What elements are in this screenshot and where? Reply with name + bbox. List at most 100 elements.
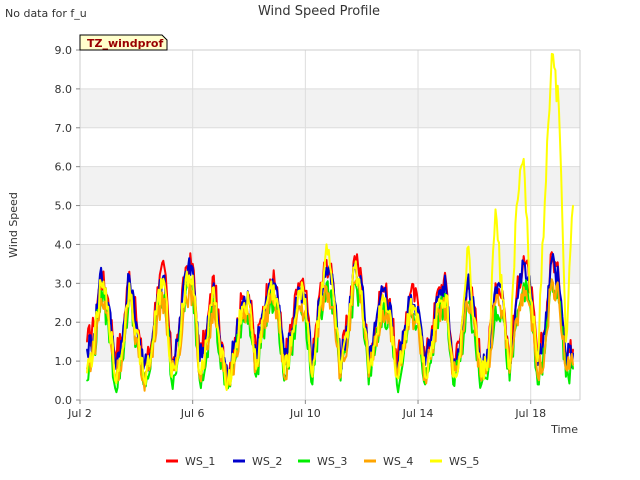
point-ws_1-38 bbox=[353, 255, 356, 257]
site-badge: TZ_windprof bbox=[79, 34, 168, 51]
point-ws_2-46 bbox=[410, 294, 412, 296]
point-ws_3-68 bbox=[565, 375, 567, 378]
legend-item-ws_3: WS_3 bbox=[298, 455, 347, 468]
y-axis-ticks: 0.0 1.0 2.0 3.0 4.0 5.0 6.0 7.0 8.0 9.0 bbox=[55, 44, 80, 407]
point-ws_3-64 bbox=[536, 383, 539, 386]
point-ws_5-23 bbox=[248, 302, 250, 304]
point-ws_1-18 bbox=[213, 274, 215, 277]
point-ws_5-4 bbox=[114, 379, 116, 382]
point-ws_5-67 bbox=[558, 107, 560, 110]
point-ws_5-31 bbox=[304, 298, 307, 300]
point-ws_5-21 bbox=[234, 352, 236, 355]
xtick-label-0: Jul 2 bbox=[67, 407, 92, 420]
point-ws_2-21 bbox=[234, 340, 236, 343]
point-ws_5-19 bbox=[220, 356, 222, 359]
point-ws_4-54 bbox=[466, 302, 469, 304]
point-ws_1-66 bbox=[551, 251, 553, 253]
point-ws_5-43 bbox=[389, 309, 391, 312]
point-ws_4-19 bbox=[220, 360, 222, 362]
point-ws_4-61 bbox=[515, 317, 518, 320]
legend-label-ws_2: WS_2 bbox=[252, 455, 282, 468]
point-ws_2-39 bbox=[360, 282, 363, 285]
ytick-label-0: 0.0 bbox=[55, 394, 73, 407]
point-ws_3-58 bbox=[494, 305, 497, 308]
point-ws_5-38 bbox=[353, 267, 356, 269]
ytick-label-1: 1.0 bbox=[55, 355, 73, 368]
point-ws_5-34 bbox=[325, 243, 328, 246]
point-ws_5-51 bbox=[445, 294, 448, 296]
no-data-note: No data for f_u bbox=[5, 7, 87, 20]
point-ws_3-44 bbox=[396, 383, 398, 386]
point-ws_5-10 bbox=[156, 298, 159, 300]
point-ws_4-37 bbox=[346, 340, 349, 343]
point-ws_4-16 bbox=[198, 375, 201, 378]
wind-speed-chart: No data for f_u Wind Speed Profile 0.0 1.… bbox=[5, 4, 581, 468]
point-ws_1-62 bbox=[522, 255, 525, 257]
point-ws_5-3 bbox=[107, 305, 109, 308]
point-ws_5-54 bbox=[466, 247, 469, 250]
point-ws_3-40 bbox=[367, 383, 370, 386]
point-ws_4-36 bbox=[339, 375, 342, 378]
point-ws_4-7 bbox=[135, 337, 138, 339]
point-ws_3-0 bbox=[86, 379, 88, 382]
point-ws_5-39 bbox=[360, 290, 363, 292]
point-ws_4-38 bbox=[353, 282, 356, 285]
point-ws_5-24 bbox=[255, 368, 257, 370]
point-ws_4-50 bbox=[438, 309, 441, 312]
point-ws_2-27 bbox=[276, 290, 279, 292]
y-axis-label: Wind Speed bbox=[7, 192, 20, 258]
band-5 bbox=[80, 166, 580, 206]
legend: WS_1 WS_2 WS_3 WS_4 WS_5 bbox=[166, 455, 479, 468]
point-ws_2-42 bbox=[382, 290, 384, 292]
point-ws_3-52 bbox=[452, 383, 455, 386]
point-ws_1-6 bbox=[128, 270, 131, 273]
point-ws_3-69 bbox=[572, 368, 574, 370]
point-ws_5-53 bbox=[459, 352, 462, 355]
ytick-label-2: 2.0 bbox=[55, 316, 73, 329]
point-ws_2-43 bbox=[389, 302, 391, 304]
point-ws_4-60 bbox=[508, 372, 511, 374]
point-ws_5-17 bbox=[206, 340, 208, 343]
point-ws_2-18 bbox=[213, 282, 215, 285]
point-ws_2-61 bbox=[515, 298, 518, 300]
point-ws_5-29 bbox=[290, 344, 293, 347]
point-ws_5-2 bbox=[100, 282, 102, 285]
point-ws_2-2 bbox=[100, 267, 102, 269]
xtick-label-2: Jul 10 bbox=[289, 407, 321, 420]
point-ws_5-36 bbox=[339, 372, 342, 374]
point-ws_1-69 bbox=[572, 348, 574, 351]
point-ws_1-50 bbox=[438, 286, 441, 289]
point-ws_2-54 bbox=[466, 282, 469, 285]
point-ws_1-47 bbox=[417, 302, 419, 304]
point-ws_5-69 bbox=[572, 204, 574, 207]
point-ws_5-55 bbox=[473, 317, 476, 320]
point-ws_5-46 bbox=[410, 298, 412, 300]
point-ws_5-57 bbox=[487, 356, 490, 359]
point-ws_5-62 bbox=[522, 158, 525, 160]
x-axis-ticks: Jul 2 Jul 6 Jul 10 Jul 14 Jul 18 bbox=[67, 400, 546, 420]
ytick-label-7: 7.0 bbox=[55, 122, 73, 135]
point-ws_4-40 bbox=[367, 375, 370, 378]
legend-label-ws_4: WS_4 bbox=[383, 455, 413, 468]
point-ws_5-49 bbox=[431, 340, 433, 343]
point-ws_1-11 bbox=[163, 267, 166, 269]
point-ws_2-15 bbox=[191, 267, 194, 269]
point-ws_5-50 bbox=[438, 298, 441, 300]
point-ws_5-14 bbox=[184, 278, 187, 281]
point-ws_5-44 bbox=[396, 375, 398, 378]
point-ws_5-22 bbox=[241, 305, 243, 308]
point-ws_5-11 bbox=[163, 282, 166, 285]
ytick-label-5: 5.0 bbox=[55, 200, 73, 213]
point-ws_5-41 bbox=[375, 337, 377, 339]
ytick-label-4: 4.0 bbox=[55, 238, 73, 251]
point-ws_2-62 bbox=[522, 263, 525, 265]
point-ws_4-67 bbox=[558, 298, 560, 300]
point-ws_2-50 bbox=[438, 290, 441, 292]
xtick-label-3: Jul 14 bbox=[402, 407, 434, 420]
point-ws_4-66 bbox=[551, 278, 553, 281]
point-ws_5-18 bbox=[213, 286, 215, 289]
point-ws_1-58 bbox=[494, 282, 497, 285]
point-ws_5-15 bbox=[191, 274, 194, 277]
point-ws_1-30 bbox=[297, 282, 300, 285]
point-ws_3-24 bbox=[255, 375, 257, 378]
